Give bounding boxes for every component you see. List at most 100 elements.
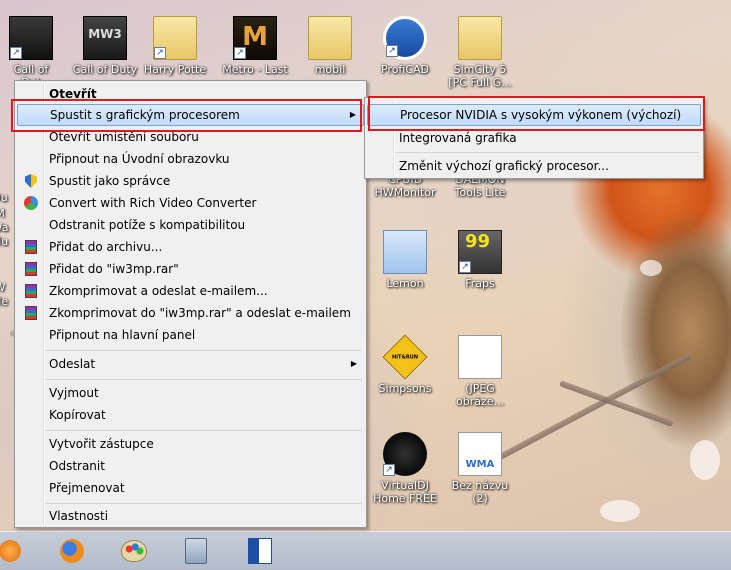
menu-item-label: Zkomprimovat do "iw3mp.rar" a odeslat e-…	[49, 306, 351, 320]
menu-separator	[45, 430, 362, 431]
desktop-icon-label: Metro - Last	[222, 63, 288, 76]
desktop-icon-label: Lemon	[386, 277, 424, 290]
menu-item-compress-to-rar-and-email[interactable]: Zkomprimovat do "iw3mp.rar" a odeslat e-…	[17, 302, 364, 324]
menu-item-open[interactable]: Otevřít	[17, 83, 364, 105]
desktop-icon-fraps[interactable]: 99 ↗ Fraps	[445, 230, 515, 290]
desktop-icon-callof[interactable]: ↗ Call of Dut	[0, 16, 66, 89]
desktop-icon-proficad[interactable]: ↗ ProfiCAD	[370, 16, 440, 76]
gpu-submenu: Procesor NVIDIA s vysokým výkonem (výcho…	[364, 97, 704, 179]
menu-item-create-shortcut[interactable]: Vytvořit zástupce	[17, 433, 364, 455]
desktop-icon-label: mobil	[314, 63, 346, 76]
shortcut-arrow-icon: ↗	[10, 47, 22, 59]
winrar-icon	[23, 283, 39, 299]
menu-item-label: Convert with Rich Video Converter	[49, 196, 257, 210]
menu-item-label: Připnout na Úvodní obrazovku	[49, 152, 230, 166]
menu-item-label: Připnout na hlavní panel	[49, 328, 196, 342]
menu-item-copy[interactable]: Kopírovat	[17, 404, 364, 426]
menu-item-convert-rich-video[interactable]: Convert with Rich Video Converter	[17, 192, 364, 214]
desktop-icon-jpeg[interactable]: (JPEG obráze...	[445, 335, 515, 408]
wallpaper-frost	[600, 500, 640, 522]
desktop-icon-cod-mw3[interactable]: MW3 Call of Duty	[70, 16, 140, 76]
menu-item-add-to-rar[interactable]: Přidat do "iw3mp.rar"	[17, 258, 364, 280]
submenu-item-nvidia-gpu[interactable]: Procesor NVIDIA s vysokým výkonem (výcho…	[367, 104, 701, 126]
menu-item-label: Odeslat	[49, 357, 96, 371]
menu-item-pin-to-taskbar[interactable]: Připnout na hlavní panel	[17, 324, 364, 346]
audio-file-icon: WMA	[458, 432, 502, 476]
folder-icon	[383, 230, 427, 274]
shortcut-arrow-icon: ↗	[383, 464, 395, 476]
fraps-logo-text: 99	[465, 231, 491, 252]
taskbar-word[interactable]	[244, 536, 276, 566]
desktop-icon-simpsons[interactable]: HIT&RUN Simpsons	[370, 334, 440, 395]
taskbar-firefox[interactable]	[56, 536, 88, 566]
simpsons-logo-text: HIT&RUN	[391, 354, 419, 360]
menu-separator	[45, 379, 362, 380]
game-icon: M ↗	[233, 16, 277, 60]
desktop-icon-label: (JPEG obráze...	[455, 382, 504, 408]
menu-item-label: Spustit s grafickým procesorem	[50, 108, 240, 122]
menu-item-run-as-admin[interactable]: Spustit jako správce	[17, 170, 364, 192]
submenu-item-label: Procesor NVIDIA s vysokým výkonem (výcho…	[400, 108, 682, 122]
winrar-icon	[23, 305, 39, 321]
desktop-icon-metro[interactable]: M ↗ Metro - Last	[220, 16, 290, 76]
winrar-icon	[23, 239, 39, 255]
menu-item-troubleshoot-compatibility[interactable]: Odstranit potíže s kompatibilitou	[17, 214, 364, 236]
submenu-arrow-icon: ▶	[350, 359, 357, 368]
taskbar-calculator[interactable]	[180, 536, 212, 566]
menu-separator	[45, 350, 362, 351]
mw3-logo-text: MW3	[88, 27, 122, 41]
media-player-icon	[0, 540, 21, 562]
paint-icon	[121, 540, 147, 562]
virtualdj-icon: ↗	[383, 432, 427, 476]
menu-item-add-to-archive[interactable]: Přidat do archivu...	[17, 236, 364, 258]
taskbar-media-player[interactable]	[0, 536, 26, 566]
winrar-icon	[23, 261, 39, 277]
submenu-item-integrated-graphics[interactable]: Integrovaná grafika	[367, 127, 701, 149]
menu-item-properties[interactable]: Vlastnosti	[17, 505, 364, 527]
desktop-icon-label: VirtualDJ Home FREE	[373, 479, 437, 505]
desktop-icon-simcity[interactable]: SimCity 5 [PC Full G...	[445, 16, 515, 89]
menu-item-label: Odstranit potíže s kompatibilitou	[49, 218, 246, 232]
desktop-icon-label: SimCity 5 [PC Full G...	[448, 63, 512, 89]
desktop-icon-harry[interactable]: ↗ Harry Potte	[140, 16, 210, 76]
menu-item-label: Odstranit	[49, 459, 105, 473]
menu-item-delete[interactable]: Odstranit	[17, 455, 364, 477]
menu-item-label: Přidat do archivu...	[49, 240, 163, 254]
menu-item-label: Spustit jako správce	[49, 174, 171, 188]
menu-item-compress-and-email[interactable]: Zkomprimovat a odeslat e-mailem...	[17, 280, 364, 302]
menu-item-label: Zkomprimovat a odeslat e-mailem...	[49, 284, 268, 298]
desktop-icon-label: Simpsons	[378, 382, 432, 395]
firefox-icon	[60, 539, 84, 563]
desktop-icon-beznazvu[interactable]: WMA Bez názvu (2)	[445, 432, 515, 505]
folder-icon: ↗	[153, 16, 197, 60]
submenu-item-change-default-gpu[interactable]: Změnit výchozí grafický procesor...	[367, 155, 701, 177]
desktop-icon-lemon[interactable]: Lemon	[370, 230, 440, 290]
menu-item-rename[interactable]: Přejmenovat	[17, 477, 364, 499]
menu-separator	[45, 503, 362, 504]
menu-item-open-file-location[interactable]: Otevřít umístění souboru	[17, 126, 364, 148]
menu-item-label: Otevřít umístění souboru	[49, 130, 199, 144]
simpsons-icon: HIT&RUN	[382, 334, 428, 380]
menu-item-cut[interactable]: Vyjmout	[17, 382, 364, 404]
submenu-item-label: Integrovaná grafika	[399, 131, 517, 145]
rich-video-converter-icon	[23, 195, 39, 211]
menu-item-send-to[interactable]: Odeslat ▶	[17, 353, 364, 375]
shortcut-arrow-icon: ↗	[154, 47, 166, 59]
desktop-icon-virtualdj[interactable]: ↗ VirtualDJ Home FREE	[370, 432, 440, 505]
shield-icon	[23, 173, 39, 189]
desktop-icon-mobil[interactable]: mobil	[295, 16, 365, 76]
image-file-icon	[458, 335, 502, 379]
taskbar-paint[interactable]	[118, 536, 150, 566]
fraps-icon: 99 ↗	[458, 230, 502, 274]
menu-item-pin-to-start[interactable]: Připnout na Úvodní obrazovku	[17, 148, 364, 170]
menu-item-run-with-gpu[interactable]: Spustit s grafickým procesorem ▶	[17, 104, 364, 126]
wallpaper-frost	[640, 260, 662, 276]
submenu-arrow-icon: ▶	[349, 110, 356, 119]
wallpaper-frost	[690, 440, 720, 480]
shortcut-arrow-icon: ↗	[234, 47, 246, 59]
shortcut-arrow-icon: ↗	[459, 261, 471, 273]
word-icon	[248, 538, 272, 564]
menu-item-label: Přidat do "iw3mp.rar"	[49, 262, 179, 276]
taskbar	[0, 531, 731, 570]
menu-item-label: Přejmenovat	[49, 481, 125, 495]
